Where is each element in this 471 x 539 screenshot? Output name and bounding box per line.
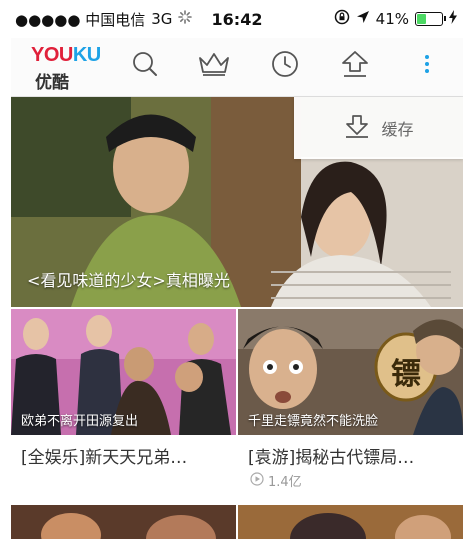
crown-icon [197,50,231,82]
battery-fill [417,14,426,24]
battery-percent: 41% [375,10,409,28]
search-icon [131,50,159,82]
cache-label: 缓存 [381,120,414,139]
history-button[interactable] [265,48,305,84]
thumbnail-image [11,505,236,539]
play-count-value: 1.4亿 [268,475,302,490]
location-arrow-icon [356,10,370,28]
play-circle-icon [250,471,264,490]
video-thumbnail: 镖 千里走镖竟然不能洗脸 [238,309,463,435]
video-card-partial[interactable] [238,505,463,539]
badge-label: 镖 [391,357,421,392]
video-title: [全娱乐]新天天兄弟… [21,448,188,468]
app-navbar: YOUKU 优酷 [11,38,463,97]
hero-caption: <看见味道的少女>真相曝光 [27,271,230,290]
youku-logo[interactable]: YOUKU 优酷 [11,38,103,96]
video-card[interactable]: 欧弟不离开田源复出 [全娱乐]新天天兄弟… [11,309,236,505]
orientation-lock-icon [334,9,350,29]
history-clock-icon [270,49,300,83]
charging-bolt-icon [449,10,457,28]
play-count: 1.4亿 [250,471,302,490]
more-button[interactable] [411,48,443,84]
video-thumbnail: 欧弟不离开田源复出 [11,309,236,435]
download-icon [343,113,371,143]
upload-icon [339,49,371,83]
thumbnail-caption: 欧弟不离开田源复出 [21,414,139,429]
status-bar: ●●●●● 中国电信 3G 16:42 41% [11,0,463,38]
app-screen: ●●●●● 中国电信 3G 16:42 41% YOUKU 优酷 <看见味道的少… [11,0,463,539]
video-card-partial[interactable] [11,505,236,539]
video-card[interactable]: 镖 千里走镖竟然不能洗脸 [袁游]揭秘古代镖局… 1.4亿 [238,309,463,505]
thumbnail-image [238,505,463,539]
logo-wordmark: YOUKU [31,44,101,66]
vip-button[interactable] [194,48,234,84]
upload-button[interactable] [335,48,375,84]
logo-chinese: 优酷 [35,73,69,93]
cache-menu-item[interactable]: 缓存 [294,97,463,159]
more-vertical-icon [424,54,430,78]
video-title: [袁游]揭秘古代镖局… [248,448,415,468]
battery-icon [415,12,446,26]
thumbnail-caption: 千里走镖竟然不能洗脸 [248,414,379,429]
search-button[interactable] [125,48,165,84]
status-right: 41% [334,0,457,38]
